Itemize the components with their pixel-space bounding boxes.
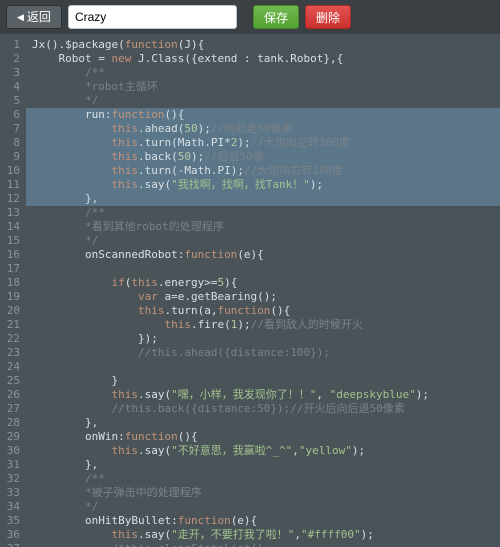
line-number: 13 [0,206,20,220]
line-number: 15 [0,234,20,248]
line-number: 14 [0,220,20,234]
line-number: 19 [0,290,20,304]
code-line[interactable]: }, [26,458,500,472]
line-number: 34 [0,500,20,514]
code-line[interactable] [26,262,500,276]
code-line[interactable]: } [26,374,500,388]
line-number: 4 [0,80,20,94]
line-number: 22 [0,332,20,346]
code-line[interactable]: onScannedRobot:function(e){ [26,248,500,262]
line-number: 16 [0,248,20,262]
line-number: 3 [0,66,20,80]
code-line[interactable]: }, [26,192,500,206]
line-number: 20 [0,304,20,318]
line-number: 30 [0,444,20,458]
code-line[interactable]: */ [26,234,500,248]
code-line[interactable]: /** [26,66,500,80]
code-line[interactable]: */ [26,500,500,514]
robot-name-input[interactable] [68,5,237,29]
code-line[interactable]: if(this.energy>=5){ [26,276,500,290]
line-number: 12 [0,192,20,206]
code-line[interactable] [26,360,500,374]
line-number: 23 [0,346,20,360]
code-line[interactable]: this.say("我找啊，找啊，找Tank！"); [26,178,500,192]
code-line[interactable]: this.say("嘿，小样，我发现你了！！", "deepskyblue"); [26,388,500,402]
code-line[interactable]: *robot主循环 [26,80,500,94]
line-number: 31 [0,458,20,472]
line-number: 8 [0,136,20,150]
line-number: 37 [0,542,20,547]
line-number: 28 [0,416,20,430]
line-number: 25 [0,374,20,388]
code-line[interactable]: /*this.cleanStateList(); [26,542,500,547]
toolbar: 返回 保存 删除 [0,0,500,34]
line-number: 17 [0,262,20,276]
code-line[interactable]: this.turn(-Math.PI);//大炮向右转180度 [26,164,500,178]
code-line[interactable]: */ [26,94,500,108]
line-number: 32 [0,472,20,486]
code-line[interactable]: *被子弹击中的处理程序 [26,486,500,500]
line-number: 10 [0,164,20,178]
code-editor[interactable]: 1234567891011121314151617181920212223242… [0,34,500,547]
line-number: 5 [0,94,20,108]
code-line[interactable]: this.say("不好意思，我赢啦^_^","yellow"); [26,444,500,458]
delete-button[interactable]: 删除 [305,5,351,29]
code-line[interactable]: onHitByBullet:function(e){ [26,514,500,528]
code-line[interactable]: Robot = new J.Class({extend : tank.Robot… [26,52,500,66]
save-button[interactable]: 保存 [253,5,299,29]
code-line[interactable]: }); [26,332,500,346]
line-number: 36 [0,528,20,542]
code-line[interactable]: /** [26,472,500,486]
code-line[interactable]: this.ahead(50);//向前走50像素 [26,122,500,136]
code-line[interactable]: this.turn(a,function(){ [26,304,500,318]
code-line[interactable]: var a=e.getBearing(); [26,290,500,304]
code-line[interactable]: }, [26,416,500,430]
line-number: 18 [0,276,20,290]
code-line[interactable]: Jx().$package(function(J){ [26,38,500,52]
line-gutter: 1234567891011121314151617181920212223242… [0,34,26,547]
back-button[interactable]: 返回 [6,5,62,29]
line-number: 27 [0,402,20,416]
code-line[interactable]: run:function(){ [26,108,500,122]
line-number: 11 [0,178,20,192]
line-number: 6 [0,108,20,122]
line-number: 7 [0,122,20,136]
line-number: 9 [0,150,20,164]
code-line[interactable]: this.fire(1);//看到敌人的时候开火 [26,318,500,332]
line-number: 1 [0,38,20,52]
code-line[interactable]: onWin:function(){ [26,430,500,444]
code-line[interactable]: //this.ahead({distance:100}); [26,346,500,360]
line-number: 35 [0,514,20,528]
line-number: 21 [0,318,20,332]
code-line[interactable]: this.say("走开，不要打我了啦！","#ffff00"); [26,528,500,542]
line-number: 2 [0,52,20,66]
code-line[interactable]: this.back(50);//后退50像 [26,150,500,164]
code-area[interactable]: Jx().$package(function(J){ Robot = new J… [26,34,500,547]
code-line[interactable]: *看到其他robot的处理程序 [26,220,500,234]
code-line[interactable]: //this.back({distance:50});//开火后向后退50像素 [26,402,500,416]
line-number: 29 [0,430,20,444]
line-number: 24 [0,360,20,374]
line-number: 26 [0,388,20,402]
code-line[interactable]: /** [26,206,500,220]
code-line[interactable]: this.turn(Math.PI*2);//大炮向左转360度 [26,136,500,150]
line-number: 33 [0,486,20,500]
